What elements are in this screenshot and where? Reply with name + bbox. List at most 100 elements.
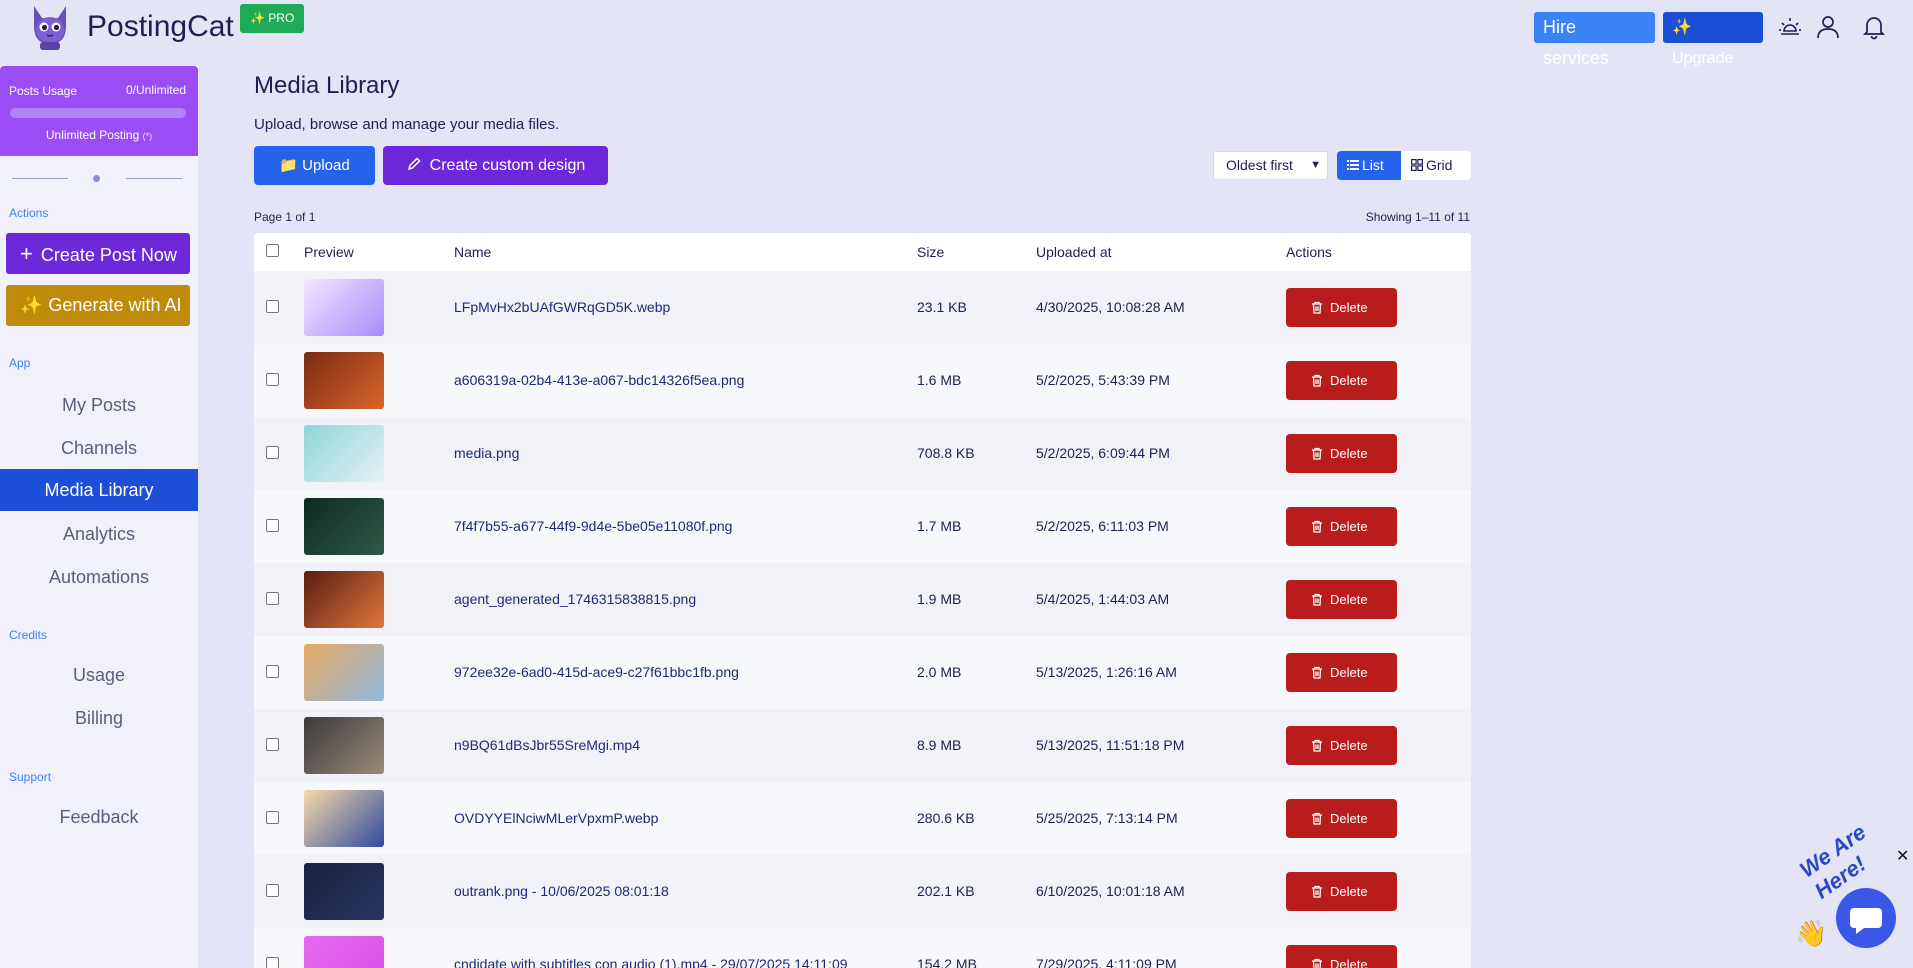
row-checkbox[interactable] <box>266 957 279 968</box>
row-checkbox[interactable] <box>266 665 279 678</box>
create-post-button[interactable]: + Create Post Now <box>6 233 190 274</box>
delete-button[interactable]: Delete <box>1286 653 1397 692</box>
media-name[interactable]: media.png <box>454 445 519 461</box>
unlimited-posting-text: Unlimited Posting (*) <box>0 128 198 142</box>
delete-label: Delete <box>1330 884 1368 899</box>
row-checkbox[interactable] <box>266 884 279 897</box>
media-thumbnail[interactable] <box>304 571 384 628</box>
generate-ai-button[interactable]: ✨ Generate with AI <box>6 285 190 326</box>
trash-icon <box>1312 666 1322 679</box>
create-custom-design-button[interactable]: Create custom design <box>383 146 608 185</box>
media-name[interactable]: agent_generated_1746315838815.png <box>454 591 696 607</box>
media-uploaded-at: 5/13/2025, 11:51:18 PM <box>1036 737 1185 753</box>
nav-media-library[interactable]: Media Library <box>0 469 198 511</box>
media-name[interactable]: cndidate with subtitles con audio (1).mp… <box>454 956 848 968</box>
row-checkbox[interactable] <box>266 446 279 459</box>
trash-icon <box>1312 812 1322 825</box>
select-all-checkbox[interactable] <box>266 244 279 257</box>
nav-feedback[interactable]: Feedback <box>0 796 198 838</box>
nav-usage[interactable]: Usage <box>0 654 198 696</box>
cat-logo-icon[interactable] <box>26 0 74 52</box>
media-name[interactable]: 7f4f7b55-a677-44f9-9d4e-5be05e11080f.png <box>454 518 732 534</box>
media-name[interactable]: outrank.png - 10/06/2025 08:01:18 <box>454 883 669 899</box>
media-uploaded-at: 5/13/2025, 1:26:16 AM <box>1036 664 1177 680</box>
media-uploaded-at: 5/2/2025, 5:43:39 PM <box>1036 372 1170 388</box>
col-uploaded-at: Uploaded at <box>1036 244 1112 260</box>
upload-button[interactable]: 📁 Upload <box>254 146 375 185</box>
delete-label: Delete <box>1330 300 1368 315</box>
delete-button[interactable]: Delete <box>1286 872 1397 911</box>
brand-name[interactable]: PostingCat <box>87 10 234 44</box>
view-list-button[interactable]: List <box>1337 151 1401 180</box>
media-thumbnail[interactable] <box>304 425 384 482</box>
media-thumbnail[interactable] <box>304 717 384 774</box>
row-checkbox[interactable] <box>266 373 279 386</box>
chat-bubble-button[interactable] <box>1836 888 1896 948</box>
media-name[interactable]: 972ee32e-6ad0-415d-ace9-c27f61bbc1fb.png <box>454 664 739 680</box>
delete-button[interactable]: Delete <box>1286 799 1397 838</box>
media-thumbnail[interactable] <box>304 352 384 409</box>
delete-button[interactable]: Delete <box>1286 580 1397 619</box>
delete-button[interactable]: Delete <box>1286 945 1397 968</box>
delete-button[interactable]: Delete <box>1286 361 1397 400</box>
media-thumbnail[interactable] <box>304 936 384 968</box>
divider-line-right <box>126 178 182 179</box>
view-list-label: List <box>1362 157 1384 173</box>
media-thumbnail[interactable] <box>304 863 384 920</box>
delete-label: Delete <box>1330 957 1368 968</box>
bell-icon[interactable] <box>1861 14 1887 40</box>
delete-label: Delete <box>1330 519 1368 534</box>
nav-billing[interactable]: Billing <box>0 697 198 739</box>
delete-button[interactable]: Delete <box>1286 507 1397 546</box>
row-checkbox[interactable] <box>266 519 279 532</box>
media-thumbnail[interactable] <box>304 644 384 701</box>
media-size: 1.9 MB <box>917 591 962 607</box>
nav-analytics[interactable]: Analytics <box>0 513 198 555</box>
section-label-credits: Credits <box>9 628 48 642</box>
hire-services-button[interactable]: Hire services <box>1534 12 1655 68</box>
row-checkbox[interactable] <box>266 811 279 824</box>
trash-icon <box>1312 301 1322 314</box>
row-checkbox[interactable] <box>266 300 279 313</box>
upgrade-button[interactable]: ✨ Upgrade <box>1663 12 1763 67</box>
row-checkbox[interactable] <box>266 592 279 605</box>
nav-automations[interactable]: Automations <box>0 556 198 598</box>
media-name[interactable]: LFpMvHx2bUAfGWRqGD5K.webp <box>454 299 670 315</box>
table-row: agent_generated_1746315838815.png 1.9 MB 5… <box>254 563 1471 636</box>
delete-label: Delete <box>1330 446 1368 461</box>
usage-progress-bar <box>10 108 186 118</box>
delete-button[interactable]: Delete <box>1286 288 1397 327</box>
media-name[interactable]: a606319a-02b4-413e-a067-bdc14326f5ea.png <box>454 372 744 388</box>
list-icon <box>1347 160 1359 170</box>
media-thumbnail[interactable] <box>304 279 384 336</box>
row-checkbox[interactable] <box>266 738 279 751</box>
media-size: 23.1 KB <box>917 299 967 315</box>
delete-button[interactable]: Delete <box>1286 726 1397 765</box>
media-uploaded-at: 5/2/2025, 6:11:03 PM <box>1036 518 1169 534</box>
media-name[interactable]: OVDYYElNciwMLerVpxmP.webp <box>454 810 658 826</box>
media-uploaded-at: 7/29/2025, 4:11:09 PM <box>1036 956 1177 968</box>
custom-design-label: Create custom design <box>429 157 586 174</box>
theme-toggle-icon[interactable] <box>1777 14 1803 40</box>
sort-select[interactable]: Oldest first ▼ <box>1213 151 1328 180</box>
sidebar: Posts Usage 0/Unlimited Unlimited Postin… <box>0 66 198 968</box>
nav-channels[interactable]: Channels <box>0 427 198 469</box>
media-name[interactable]: n9BQ61dBsJbr55SreMgi.mp4 <box>454 737 640 753</box>
col-name: Name <box>454 244 492 260</box>
media-thumbnail[interactable] <box>304 790 384 847</box>
section-label-app: App <box>9 356 31 370</box>
col-actions: Actions <box>1286 244 1332 260</box>
col-preview: Preview <box>304 244 354 260</box>
media-table: Preview Name Size Uploaded at Actions LF… <box>254 233 1471 968</box>
generate-ai-label: Generate with AI <box>48 295 182 315</box>
media-thumbnail[interactable] <box>304 498 384 555</box>
view-grid-button[interactable]: Grid <box>1401 151 1471 180</box>
col-size: Size <box>917 244 945 260</box>
delete-button[interactable]: Delete <box>1286 434 1397 473</box>
pen-icon <box>407 157 421 171</box>
wave-icon: 👋 <box>1795 918 1828 948</box>
sparkle-icon: ✨ <box>20 295 43 315</box>
user-icon[interactable] <box>1815 14 1841 40</box>
table-row: 972ee32e-6ad0-415d-ace9-c27f61bbc1fb.png… <box>254 636 1471 709</box>
nav-my-posts[interactable]: My Posts <box>0 384 198 426</box>
